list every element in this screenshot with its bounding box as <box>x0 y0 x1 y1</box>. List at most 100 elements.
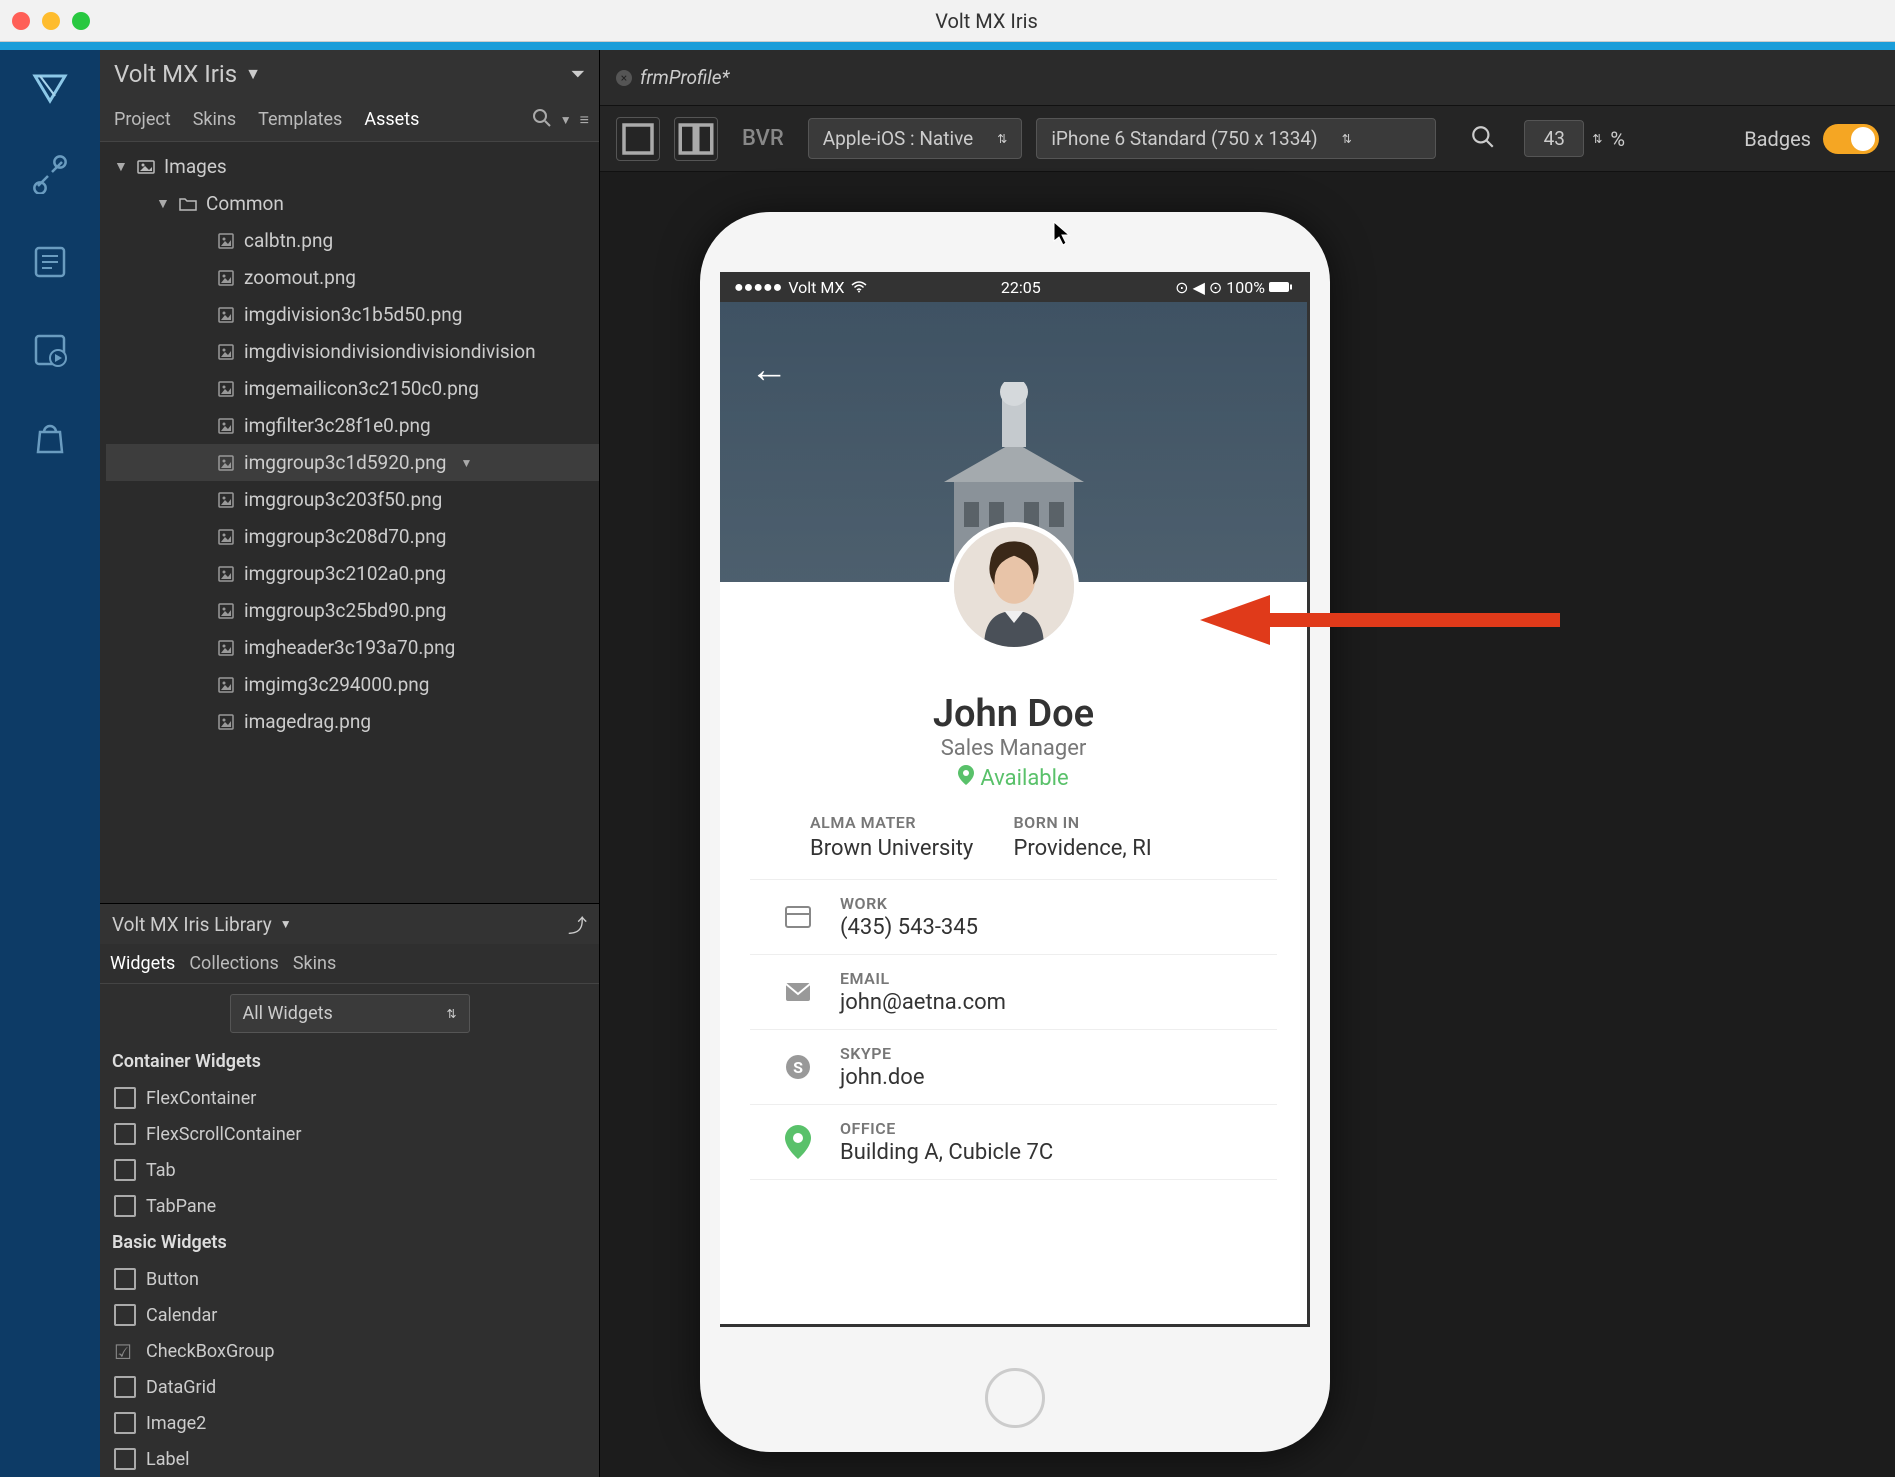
select-value: iPhone 6 Standard (750 x 1334) <box>1051 127 1317 150</box>
nav-rail <box>0 50 100 1477</box>
folder-label: Images <box>164 155 227 178</box>
contact-row[interactable]: OFFICEBuilding A, Cubicle 7C <box>750 1105 1277 1180</box>
tree-file[interactable]: imgheader3c193a70.png <box>106 629 599 666</box>
svg-text:S: S <box>793 1058 803 1077</box>
contact-icon <box>780 974 816 1010</box>
platform-select[interactable]: Apple-iOS : Native ⇅ <box>808 118 1023 159</box>
project-title: Volt MX Iris <box>114 60 237 88</box>
file-label: imgdivisiondivisiondivisiondivision <box>244 340 536 363</box>
lib-tab-widgets[interactable]: Widgets <box>110 953 175 974</box>
play-icon[interactable] <box>22 322 78 378</box>
tab-project[interactable]: Project <box>110 103 175 136</box>
phone-statusbar: ●●●●● Volt MX 22:05 ⊙ ◀ ⊙ <box>720 272 1307 302</box>
lib-widget-item[interactable]: Tab <box>100 1152 599 1188</box>
close-window-button[interactable] <box>12 12 30 30</box>
bvr-button[interactable]: BVR <box>732 126 794 151</box>
project-header[interactable]: Volt MX Iris ▼ ⏷ <box>100 50 599 98</box>
chevron-down-icon[interactable]: ▼ <box>460 456 472 470</box>
tree-folder-images[interactable]: ▼ Images <box>106 148 599 185</box>
profile-avatar[interactable] <box>949 522 1079 652</box>
zoom-search-icon[interactable] <box>1470 124 1496 154</box>
contact-label: EMAIL <box>840 969 1006 988</box>
layout-single-button[interactable] <box>616 117 660 161</box>
lib-widget-item[interactable]: ☑CheckBoxGroup <box>100 1333 599 1369</box>
image-file-icon <box>216 231 236 251</box>
phone-home-button[interactable] <box>985 1368 1045 1428</box>
widget-label: Label <box>146 1449 190 1470</box>
widget-label: FlexScrollContainer <box>146 1124 301 1145</box>
battery-icon <box>1269 278 1293 297</box>
tree-file[interactable]: imggroup3c25bd90.png <box>106 592 599 629</box>
file-label: imggroup3c25bd90.png <box>244 599 446 622</box>
contact-row[interactable]: WORK(435) 543-345 <box>750 880 1277 955</box>
lib-tab-collections[interactable]: Collections <box>189 953 278 974</box>
library-header[interactable]: Volt MX Iris Library ▼ ⤴ <box>100 904 599 944</box>
form-icon[interactable] <box>22 234 78 290</box>
tree-file[interactable]: imggroup3c208d70.png <box>106 518 599 555</box>
widget-icon <box>114 1195 136 1217</box>
tab-assets[interactable]: Assets <box>360 103 423 136</box>
badges-toggle[interactable] <box>1823 124 1879 154</box>
lib-tab-skins[interactable]: Skins <box>293 953 336 974</box>
widget-icon <box>114 1159 136 1181</box>
alma-mater-value: Brown University <box>810 836 1014 861</box>
contact-label: WORK <box>840 894 978 913</box>
lib-widget-item[interactable]: DataGrid <box>100 1369 599 1405</box>
image-folder-icon <box>136 157 156 177</box>
tree-file[interactable]: imgimg3c294000.png <box>106 666 599 703</box>
tree-file[interactable]: imggroup3c2102a0.png <box>106 555 599 592</box>
tree-file[interactable]: imgdivisiondivisiondivisiondivision <box>106 333 599 370</box>
lib-widget-item[interactable]: Calendar <box>100 1297 599 1333</box>
device-select[interactable]: iPhone 6 Standard (750 x 1334) ⇅ <box>1036 118 1436 159</box>
marketplace-icon[interactable] <box>22 410 78 466</box>
image-file-icon <box>216 305 236 325</box>
tree-folder-common[interactable]: ▼ Common <box>106 185 599 222</box>
tree-file[interactable]: imggroup3c203f50.png <box>106 481 599 518</box>
tree-file[interactable]: imggroup3c1d5920.png▼ <box>106 444 599 481</box>
back-arrow-button[interactable]: ← <box>750 348 788 392</box>
document-tabs: × frmProfile* <box>600 50 1895 106</box>
search-icon[interactable] <box>532 108 552 132</box>
tab-skins[interactable]: Skins <box>189 103 240 136</box>
lib-widget-item[interactable]: Button <box>100 1261 599 1297</box>
select-chevron-icon: ⇅ <box>1342 132 1352 146</box>
minimize-window-button[interactable] <box>42 12 60 30</box>
wifi-icon <box>851 278 867 297</box>
folder-label: Common <box>206 192 284 215</box>
tree-file[interactable]: imagedrag.png <box>106 703 599 740</box>
tab-templates[interactable]: Templates <box>254 103 346 136</box>
tree-file[interactable]: imgfilter3c28f1e0.png <box>106 407 599 444</box>
tree-file[interactable]: imgemailicon3c2150c0.png <box>106 370 599 407</box>
image-file-icon <box>216 416 236 436</box>
tree-file[interactable]: zoomout.png <box>106 259 599 296</box>
profile-role: Sales Manager <box>720 736 1307 761</box>
lib-widget-item[interactable]: FlexScrollContainer <box>100 1116 599 1152</box>
app-logo[interactable] <box>22 58 78 114</box>
tree-file[interactable]: imgdivision3c1b5d50.png <box>106 296 599 333</box>
zoom-stepper-icon[interactable]: ⇅ <box>1592 132 1602 146</box>
born-in-value: Providence, RI <box>1014 836 1218 861</box>
menu-icon[interactable]: ≡ <box>580 110 589 130</box>
zoom-value-input[interactable]: 43 <box>1524 120 1584 157</box>
filter-icon[interactable]: ⏷ <box>571 64 585 85</box>
pin-icon[interactable]: ⤴ <box>568 911 587 938</box>
maximize-window-button[interactable] <box>72 12 90 30</box>
chevron-down-icon[interactable]: ▼ <box>560 113 572 127</box>
image-file-icon <box>216 638 236 658</box>
lib-widget-item[interactable]: Image2 <box>100 1405 599 1441</box>
asset-tree: ▼ Images ▼ Common calbtn.pngzoomout.pngi… <box>100 142 599 903</box>
widget-filter-select[interactable]: All Widgets ⇅ <box>230 994 470 1033</box>
signal-icon: ●●●●● <box>734 277 782 297</box>
lib-widget-item[interactable]: TabPane <box>100 1188 599 1224</box>
lib-widget-item[interactable]: Label <box>100 1441 599 1477</box>
tools-icon[interactable] <box>22 146 78 202</box>
close-tab-icon[interactable]: × <box>616 70 632 86</box>
contact-row[interactable]: SSKYPEjohn.doe <box>750 1030 1277 1105</box>
tree-file[interactable]: calbtn.png <box>106 222 599 259</box>
contact-row[interactable]: EMAILjohn@aetna.com <box>750 955 1277 1030</box>
doc-tab-frmprofile[interactable]: × frmProfile* <box>616 66 729 89</box>
chevron-down-icon: ▼ <box>280 917 292 931</box>
lib-widget-item[interactable]: FlexContainer <box>100 1080 599 1116</box>
layout-split-button[interactable] <box>674 117 718 161</box>
widget-icon <box>114 1376 136 1398</box>
